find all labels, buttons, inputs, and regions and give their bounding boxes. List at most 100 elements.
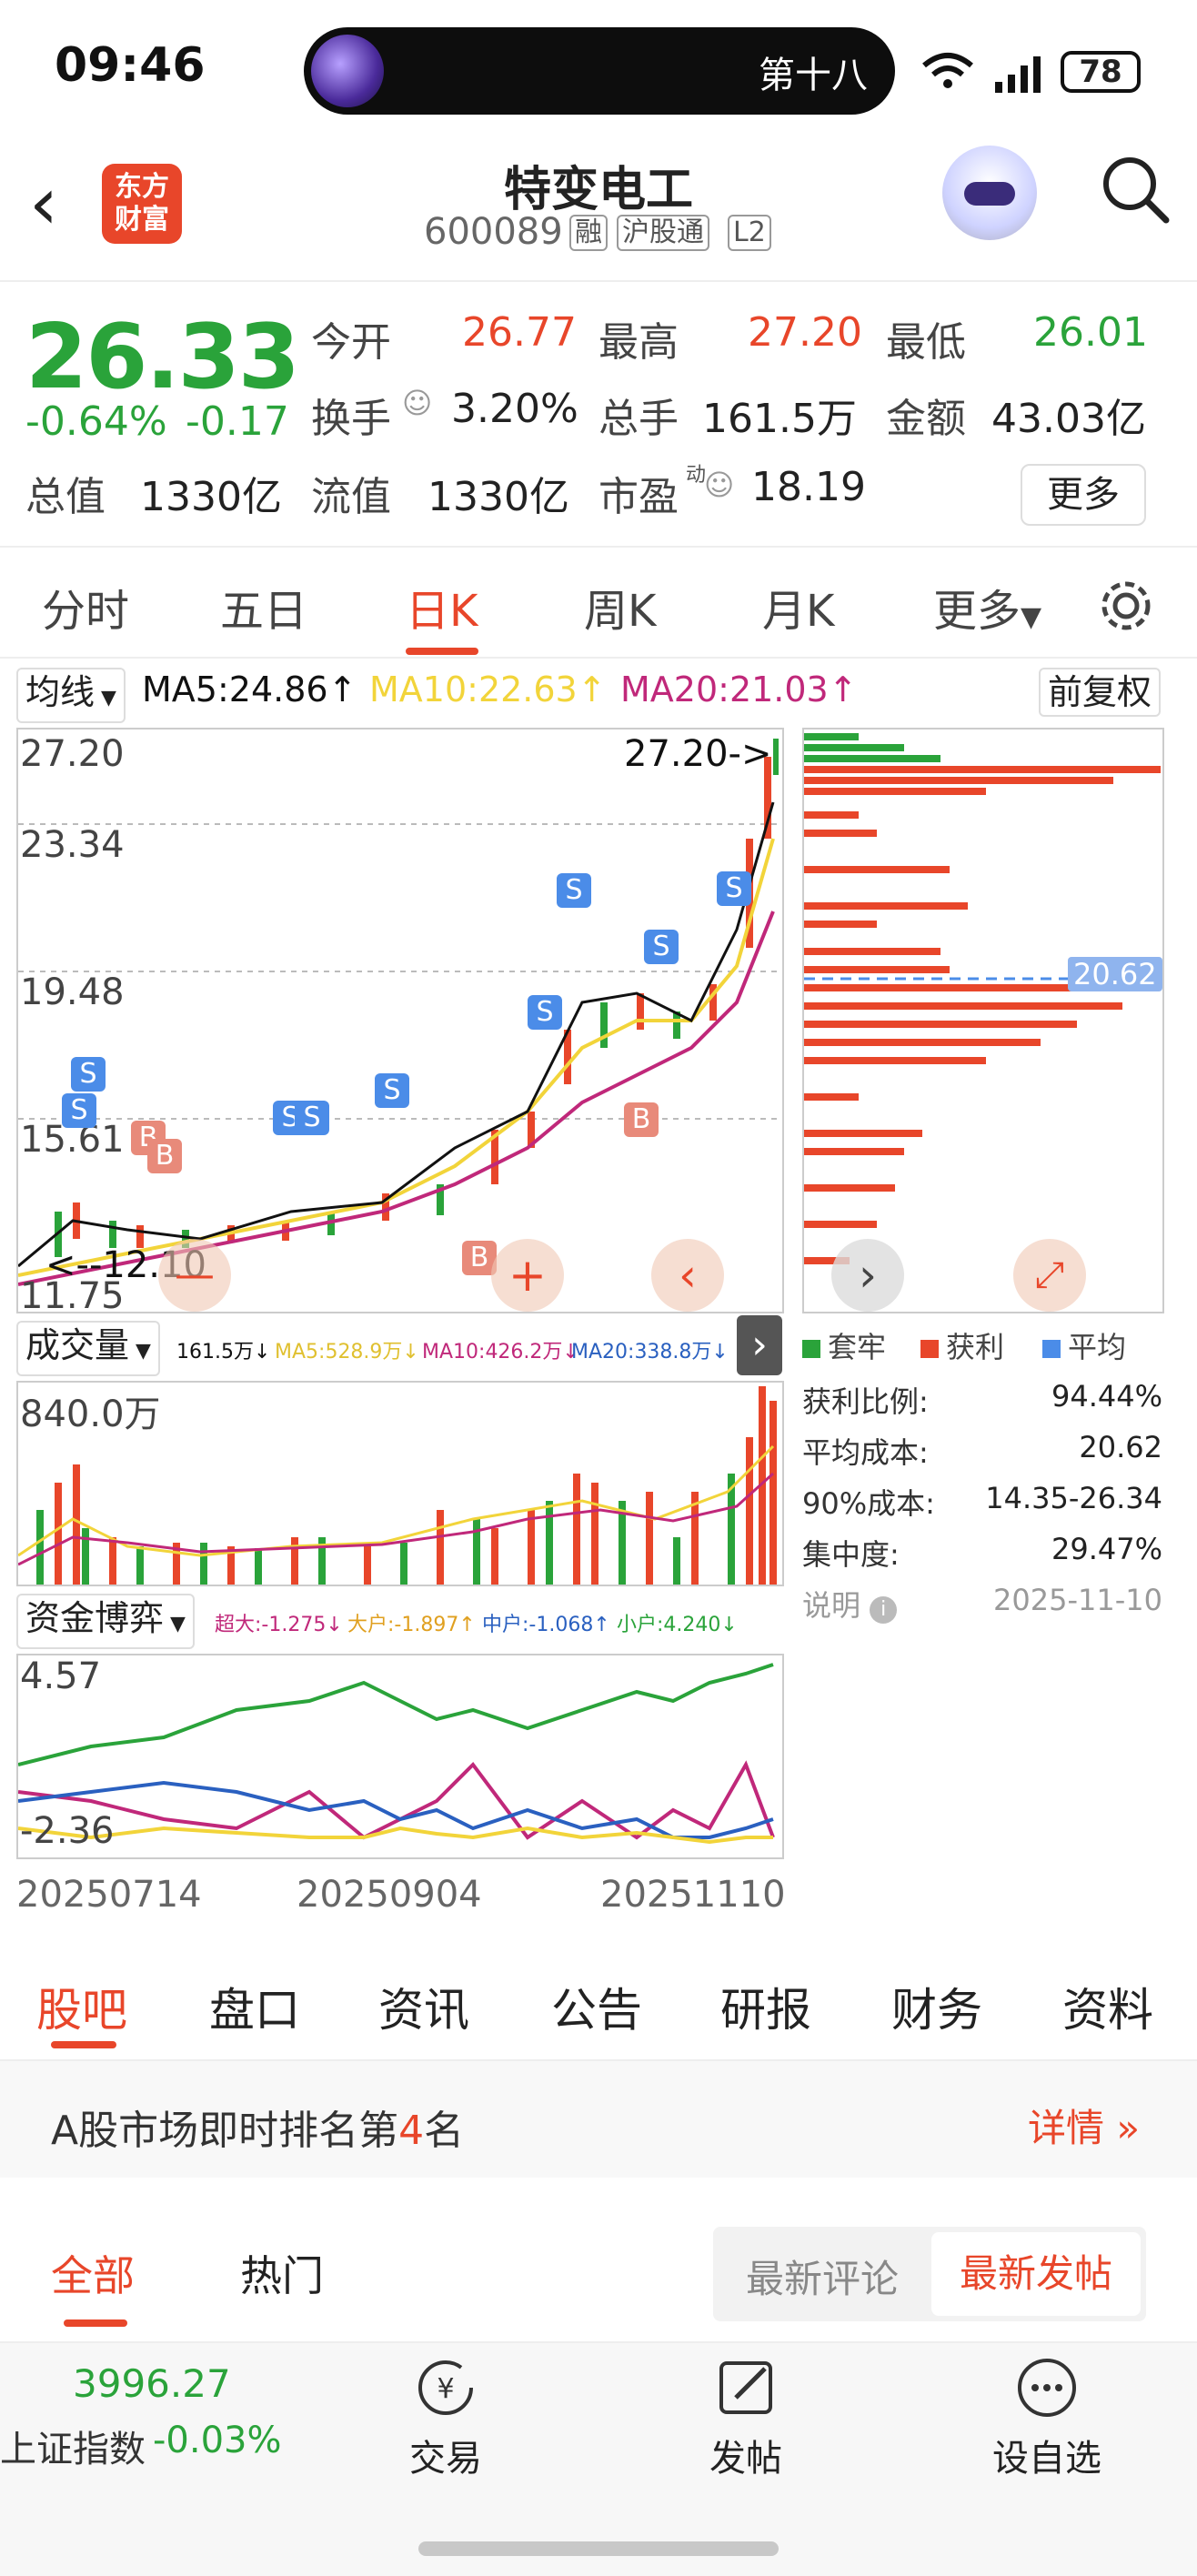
tab-news[interactable]: 资讯 bbox=[378, 1974, 469, 2039]
chip-date: 2025-11-10 bbox=[993, 1583, 1162, 1617]
sell-marker[interactable]: S bbox=[71, 1057, 106, 1092]
details-link[interactable]: 详情 » bbox=[1028, 2098, 1140, 2153]
explain-link[interactable]: 说明 i bbox=[802, 1583, 898, 1625]
sell-marker[interactable]: S bbox=[557, 873, 591, 908]
caret-down-icon: ▼ bbox=[1021, 601, 1042, 633]
sell-marker[interactable]: S bbox=[717, 871, 751, 906]
date-mid: 20250904 bbox=[297, 1874, 482, 1916]
sell-marker[interactable]: S bbox=[62, 1093, 96, 1128]
rank-text: A股市场即时排名第4名 bbox=[51, 2108, 465, 2154]
kline-svg bbox=[17, 739, 782, 1286]
sell-marker[interactable]: S bbox=[644, 930, 679, 964]
chip-next-button[interactable]: › bbox=[831, 1239, 904, 1312]
legend-trapped: 套牢 bbox=[802, 1324, 886, 1366]
fund-small: 小户:4.240↓ bbox=[617, 1614, 738, 1636]
tab-hot[interactable]: 热门 bbox=[240, 2243, 324, 2303]
amount-value: 43.03亿 bbox=[991, 396, 1146, 442]
expand-icon[interactable]: ⤢ bbox=[1013, 1239, 1086, 1312]
sell-marker[interactable]: S bbox=[295, 1101, 329, 1135]
low-label: 最低 bbox=[886, 319, 966, 366]
tab-research[interactable]: 研报 bbox=[720, 1974, 811, 2039]
sell-marker[interactable]: S bbox=[528, 995, 562, 1030]
tab-monthly-k[interactable]: 月K bbox=[762, 575, 834, 639]
active-tab-indicator bbox=[406, 648, 478, 655]
tab-intraday[interactable]: 分时 bbox=[42, 575, 129, 639]
pe-superscript: 动 bbox=[686, 464, 707, 487]
tab-financials[interactable]: 财务 bbox=[891, 1974, 982, 2039]
fund-super: 超大:-1.275↓ bbox=[215, 1614, 343, 1636]
sort-toggle: 最新评论 最新发帖 bbox=[713, 2227, 1146, 2321]
stock-code: 600089 bbox=[424, 211, 563, 253]
rank-banner[interactable]: A股市场即时排名第4名 详情 » bbox=[0, 2061, 1197, 2178]
change-percent: -0.64% bbox=[25, 398, 167, 445]
search-icon[interactable] bbox=[1099, 153, 1172, 226]
post-button[interactable]: 发帖 bbox=[691, 2356, 800, 2481]
volume-ma5: MA5:528.9万↓ bbox=[275, 1341, 419, 1363]
turnover-value: 3.20% bbox=[451, 386, 578, 432]
high-value: 27.20 bbox=[748, 309, 862, 356]
float-cap-value: 1330亿 bbox=[428, 474, 569, 520]
chip-distribution-chart[interactable]: 20.62 › ⤢ bbox=[802, 728, 1164, 1313]
home-indicator bbox=[418, 2541, 779, 2556]
gear-icon[interactable] bbox=[1097, 577, 1155, 635]
dynamic-island[interactable]: 第十八 bbox=[304, 27, 895, 115]
bottom-dock: 3996.27 上证指数 -0.03% ¥ 交易 发帖 设自选 bbox=[0, 2341, 1197, 2576]
buy-marker[interactable]: B bbox=[147, 1139, 182, 1173]
more-button[interactable]: 更多 bbox=[1021, 464, 1146, 526]
high-marker: 27.20-> bbox=[624, 733, 772, 775]
indicator-selector[interactable]: 均线 ▼ bbox=[16, 668, 126, 723]
add-watchlist-button[interactable]: 设自选 bbox=[979, 2356, 1115, 2481]
y-label-3: 19.48 bbox=[20, 971, 125, 1013]
change-amount: -0.17 bbox=[186, 398, 289, 445]
index-name[interactable]: 上证指数 bbox=[0, 2420, 146, 2472]
tab-forum[interactable]: 股吧 bbox=[36, 1974, 127, 2039]
trade-button[interactable]: ¥ 交易 bbox=[391, 2356, 500, 2481]
svg-text:¥: ¥ bbox=[437, 2373, 454, 2405]
adjust-selector[interactable]: 前复权 bbox=[1039, 668, 1162, 717]
zoom-out-button[interactable]: — bbox=[158, 1239, 231, 1312]
tab-five-day[interactable]: 五日 bbox=[220, 575, 307, 639]
pe-info-icon[interactable]: ☺ bbox=[704, 468, 734, 502]
market-cap-value: 1330亿 bbox=[140, 474, 282, 520]
sell-marker[interactable]: S bbox=[375, 1073, 409, 1108]
tab-orderbook[interactable]: 盘口 bbox=[209, 1974, 300, 2039]
fund-selector[interactable]: 资金博弈 ▼ bbox=[16, 1594, 195, 1649]
tab-more[interactable]: 更多▼ bbox=[933, 575, 1041, 639]
index-value: 3996.27 bbox=[73, 2361, 231, 2406]
tab-profile[interactable]: 资料 bbox=[1062, 1974, 1153, 2039]
stock-detail-screen: 09:46 第十八 78 ‹ 东方 财富 特变电工 600089 融 沪股通 L2… bbox=[0, 0, 1197, 2576]
volume-ma20: MA20:338.8万↓ bbox=[571, 1341, 729, 1363]
zoom-in-button[interactable]: + bbox=[491, 1239, 564, 1312]
tab-weekly-k[interactable]: 周K bbox=[584, 575, 656, 639]
stat-value: 14.35-26.34 bbox=[985, 1481, 1162, 1515]
stat-label: 平均成本: bbox=[802, 1435, 929, 1470]
buy-marker[interactable]: B bbox=[624, 1102, 659, 1137]
info-icon[interactable]: ☺ bbox=[402, 386, 432, 420]
market-cap-label: 总值 bbox=[25, 474, 106, 520]
kline-chart[interactable]: 27.20 23.34 19.48 15.61 11.75 27.20-> <-… bbox=[16, 728, 784, 1317]
volume-chart[interactable]: 840.0万 bbox=[16, 1381, 784, 1586]
scroll-left-button[interactable]: ‹ bbox=[651, 1239, 724, 1312]
legend-average: 平均 bbox=[1042, 1324, 1126, 1366]
chip-svg bbox=[804, 733, 1162, 1264]
fund-ymin: -2.36 bbox=[20, 1810, 115, 1852]
tab-all[interactable]: 全部 bbox=[51, 2243, 135, 2303]
edit-icon bbox=[719, 2361, 772, 2414]
volume-selector[interactable]: 成交量 ▼ bbox=[16, 1321, 160, 1376]
low-value: 26.01 bbox=[1033, 309, 1148, 356]
ma10-value: MA10:22.63↑ bbox=[369, 669, 607, 709]
expand-arrow-button[interactable]: › bbox=[737, 1315, 782, 1375]
tab-announcements[interactable]: 公告 bbox=[551, 1974, 642, 2039]
sort-latest-post[interactable]: 最新发帖 bbox=[931, 2232, 1141, 2316]
fund-flow-chart[interactable]: 4.57 -2.36 bbox=[16, 1654, 784, 1859]
volume-ma10: MA10:426.2万↓ bbox=[422, 1341, 579, 1363]
tab-daily-k[interactable]: 日K bbox=[406, 575, 478, 639]
tag-connect: 沪股通 bbox=[617, 215, 709, 251]
legend-profit: 获利 bbox=[920, 1324, 1004, 1366]
assistant-robot-icon[interactable] bbox=[942, 146, 1037, 240]
sort-latest-comment[interactable]: 最新评论 bbox=[746, 2249, 899, 2304]
float-cap-label: 流值 bbox=[311, 474, 391, 520]
last-price: 26.33 bbox=[25, 306, 300, 409]
yuan-cycle-icon: ¥ bbox=[418, 2360, 473, 2415]
stat-label: 90%成本: bbox=[802, 1486, 935, 1521]
